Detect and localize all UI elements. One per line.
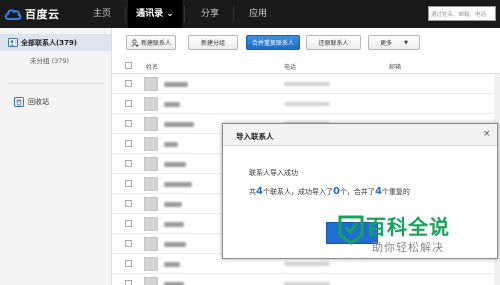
watermark-subtitle: 助你轻松解决 — [372, 241, 444, 254]
total-count: 4 — [256, 186, 263, 197]
nav-apps[interactable]: 应用 — [236, 0, 280, 28]
avatar — [144, 197, 158, 211]
new-contact-button[interactable]: 新建联系人 — [126, 35, 176, 50]
sidebar: 全部联系人(379) 未分组 (379) 回收站 — [0, 28, 112, 285]
new-group-button[interactable]: 新建分组 — [188, 35, 238, 50]
contact-phone-blurred — [284, 102, 330, 106]
avatar — [144, 177, 158, 191]
dialog-header: 导入联系人 × — [223, 124, 497, 146]
nav-divider — [233, 6, 234, 22]
sidebar-item-recycle-bin[interactable]: 回收站 — [14, 97, 49, 107]
button-label: 更多 — [380, 40, 393, 47]
contact-name-blurred[interactable] — [164, 142, 178, 147]
avatar — [144, 217, 158, 231]
watermark: 百科全说 助你轻松解决 — [336, 207, 484, 261]
column-header-email: 邮箱 — [389, 64, 402, 71]
summary-text: 共 — [249, 188, 256, 196]
row-checkbox[interactable] — [125, 80, 132, 87]
restore-contacts-button[interactable]: 还原联系人 — [306, 35, 361, 50]
column-header-name: 姓名 — [146, 64, 159, 71]
row-checkbox[interactable] — [125, 140, 132, 147]
sidebar-item-label: 全部联系人(379) — [21, 38, 78, 47]
success-message: 联系人导入成功 — [249, 169, 298, 177]
contact-name-blurred[interactable] — [164, 242, 186, 247]
contact-phone-blurred — [284, 262, 330, 266]
recycle-bin-icon — [14, 97, 24, 107]
table-header: 姓名 电话 邮箱 — [112, 58, 500, 74]
select-all-checkbox[interactable] — [125, 62, 132, 69]
import-summary: 共4个联系人，成功导入了0个，合并了4个重复的 — [249, 186, 410, 197]
row-checkbox[interactable] — [125, 240, 132, 247]
avatar — [144, 257, 158, 271]
table-row[interactable] — [112, 94, 500, 114]
nav-contacts[interactable]: 通讯录 ⌄ — [128, 0, 182, 28]
sidebar-item-unsorted[interactable]: 未分组 (379) — [30, 55, 69, 65]
avatar — [144, 277, 158, 285]
avatar — [144, 237, 158, 251]
close-icon[interactable]: × — [483, 129, 491, 139]
contact-name-blurred[interactable] — [164, 162, 186, 167]
row-checkbox[interactable] — [125, 160, 132, 167]
dialog-title: 导入联系人 — [236, 132, 274, 141]
row-checkbox[interactable] — [125, 200, 132, 207]
contact-name-blurred[interactable] — [164, 262, 180, 267]
row-checkbox[interactable] — [125, 120, 132, 127]
cloud-logo-icon — [4, 9, 22, 20]
avatar — [144, 97, 158, 111]
logo[interactable]: 百度云 — [4, 5, 60, 23]
summary-text: 个，合并了 — [339, 188, 375, 196]
nav-home[interactable]: 主页 — [80, 0, 124, 28]
table-row[interactable] — [112, 274, 500, 285]
button-label: 新建联系人 — [140, 40, 171, 47]
caret-down-icon: ▼ — [404, 39, 408, 46]
watermark-title: 百科全说 — [366, 215, 450, 239]
search-input[interactable]: 通过姓名、邮箱、电话 — [428, 6, 496, 21]
row-checkbox[interactable] — [125, 180, 132, 187]
contact-phone-blurred — [284, 82, 330, 86]
table-row[interactable] — [112, 74, 500, 94]
column-header-phone: 电话 — [284, 64, 297, 71]
summary-text: 个重复的 — [381, 188, 410, 196]
contact-name-blurred[interactable] — [164, 122, 194, 127]
merge-duplicates-button[interactable]: 合并重复联系人 — [246, 35, 300, 50]
nav-divider — [125, 6, 126, 22]
contact-name-blurred[interactable] — [164, 182, 192, 187]
more-dropdown[interactable]: 更多 ▼ — [368, 35, 420, 50]
contact-name-blurred[interactable] — [164, 202, 182, 207]
contacts-icon — [8, 38, 18, 47]
avatar — [144, 157, 158, 171]
nav-divider — [184, 6, 185, 22]
row-checkbox[interactable] — [125, 100, 132, 107]
top-nav-bar: 百度云 主页 通讯录 ⌄ 分享 应用 通过姓名、邮箱、电话 — [0, 0, 500, 28]
add-user-icon — [131, 38, 139, 47]
row-checkbox[interactable] — [125, 260, 132, 267]
summary-text: 个联系人，成功导入了 — [262, 188, 333, 196]
nav-share[interactable]: 分享 — [188, 0, 232, 28]
watermark-logo-icon — [338, 215, 364, 245]
sidebar-item-label: 回收站 — [28, 98, 49, 106]
merged-count: 4 — [374, 186, 382, 197]
contact-name-blurred[interactable] — [164, 222, 184, 227]
avatar — [144, 137, 158, 151]
sidebar-divider — [8, 83, 104, 84]
logo-text: 百度云 — [25, 8, 60, 21]
imported-count: 0 — [332, 186, 340, 197]
contact-name-blurred[interactable] — [164, 102, 180, 107]
row-checkbox[interactable] — [125, 280, 132, 285]
sidebar-item-all-contacts[interactable]: 全部联系人(379) — [0, 34, 111, 51]
avatar — [144, 117, 158, 131]
avatar — [144, 77, 158, 91]
contact-name-blurred[interactable] — [164, 82, 188, 87]
row-checkbox[interactable] — [125, 220, 132, 227]
